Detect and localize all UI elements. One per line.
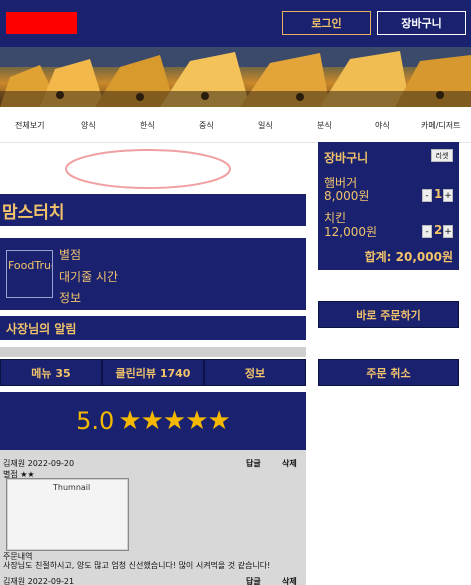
qty-minus-button[interactable]: - (422, 189, 432, 202)
cancel-order-button[interactable]: 주문 취소 (318, 359, 459, 386)
order-now-button[interactable]: 바로 주문하기 (318, 301, 459, 328)
category-japanese[interactable]: 일식 (258, 120, 273, 131)
store-image: FoodTruck (6, 250, 53, 298)
cart-total: 합계: 20,000원 (364, 250, 453, 264)
delete-button[interactable]: 삭제 (282, 576, 297, 585)
tab-menu[interactable]: 메뉴 35 (0, 359, 102, 386)
store-info-rating: 별점 (59, 248, 82, 262)
qty-plus-button[interactable]: + (443, 189, 453, 202)
category-late-night[interactable]: 야식 (375, 120, 390, 131)
banner-image (0, 47, 471, 107)
category-chinese[interactable]: 중식 (199, 120, 214, 131)
cart-reset-button[interactable]: 리셋 (431, 149, 453, 162)
category-cafe-dessert[interactable]: 카페/디저트 (421, 120, 461, 131)
review-thumbnail: Thumnail (6, 478, 129, 551)
login-button[interactable]: 로그인 (282, 11, 371, 35)
store-name: 맘스터치 (0, 194, 306, 226)
rating-stars: ★★★★★ (118, 406, 231, 436)
store-info-wait-time: 대기줄 시간 (59, 270, 119, 284)
cart-item-qty: 2 (434, 223, 443, 237)
cart-title: 장바구니 (324, 151, 369, 165)
cart-item-price: 12,000원 (324, 225, 378, 239)
reply-button[interactable]: 답글 (246, 576, 261, 585)
store-logo-placeholder-oval (65, 149, 231, 189)
store-info-panel: FoodTruck 별점 대기줄 시간 정보 (0, 238, 306, 310)
review-text: 사장님도 친절하시고, 양도 많고 엄청 신선했습니다! 많이 시켜먹을 것 같… (3, 561, 271, 570)
review-header: 김재원 2022-09-20 (3, 459, 75, 468)
tab-clean-review[interactable]: 클린리뷰 1740 (102, 359, 204, 386)
review-list: 김재원 2022-09-20 답글 삭제 별점 ★★ Thumnail 주문내역… (0, 450, 306, 585)
divider (0, 347, 306, 357)
category-nav: 전체보기 양식 한식 중식 일식 분식 야식 카페/디저트 (0, 107, 471, 143)
cart-panel: 장바구니 리셋 햄버거 8,000원 - 1 + 치킨 12,000원 - 2 … (318, 142, 459, 270)
logo[interactable] (6, 12, 77, 34)
thumbnail-alt: Thumnail (53, 483, 91, 492)
store-info-details: 정보 (59, 291, 82, 305)
qty-minus-button[interactable]: - (422, 225, 432, 238)
cart-item-price: 8,000원 (324, 189, 370, 203)
category-all[interactable]: 전체보기 (15, 120, 44, 131)
category-snack[interactable]: 분식 (317, 120, 332, 131)
tab-info[interactable]: 정보 (204, 359, 306, 386)
category-western[interactable]: 양식 (81, 120, 96, 131)
qty-plus-button[interactable]: + (443, 225, 453, 238)
rating-summary: 5.0 ★★★★★ (0, 392, 306, 450)
store-tabs: 메뉴 35 클린리뷰 1740 정보 (0, 359, 306, 386)
top-header: 로그인 장바구니 (0, 0, 471, 47)
banner-illustration (0, 47, 471, 107)
cart-button[interactable]: 장바구니 (377, 11, 466, 35)
rating-score: 5.0 (76, 407, 115, 435)
reply-button[interactable]: 답글 (246, 458, 261, 469)
review-header: 김재원 2022-09-21 (3, 577, 75, 585)
cart-item-qty: 1 (434, 187, 443, 201)
category-korean[interactable]: 한식 (140, 120, 155, 131)
owner-notice[interactable]: 사장님의 알림 (0, 316, 306, 340)
delete-button[interactable]: 삭제 (282, 458, 297, 469)
